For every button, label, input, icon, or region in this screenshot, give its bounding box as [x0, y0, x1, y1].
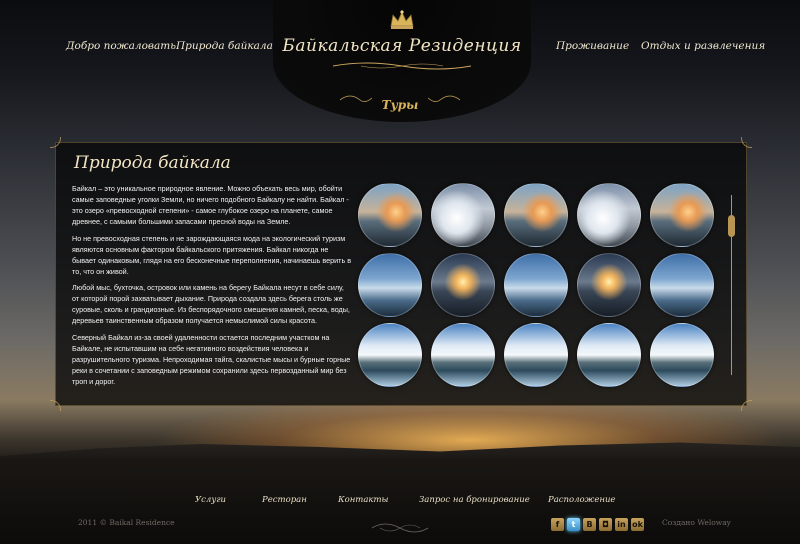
gallery-photo-ice-fishing[interactable]: [358, 253, 422, 317]
paragraph: Байкал – это уникальное природное явлени…: [72, 184, 349, 226]
copyright: 2011 © Baikal Residence: [78, 518, 175, 527]
nav-nature[interactable]: Природа байкала: [176, 40, 273, 52]
nav-leisure[interactable]: Отдых и развлечения: [641, 40, 765, 52]
paragraph: Северный Байкал из-за своей удаленности …: [72, 332, 351, 386]
crown-icon: [390, 10, 414, 29]
footer-link-services[interactable]: Услуги: [195, 495, 226, 505]
vkontakte-icon[interactable]: В: [583, 518, 596, 531]
page-title: Природа байкала: [74, 153, 231, 173]
gallery-photo-ice-fishing[interactable]: [650, 253, 714, 317]
footer-link-location[interactable]: Расположение: [548, 495, 615, 505]
linkedin-icon[interactable]: in: [615, 518, 628, 531]
scrollbar-thumb[interactable]: [728, 215, 735, 237]
photo-gallery: [358, 183, 718, 387]
article-text: Байкал – это уникальное природное явлени…: [72, 183, 352, 392]
gallery-photo-ice-fishing[interactable]: [504, 253, 568, 317]
gallery-photo-ice-sunset[interactable]: [431, 253, 495, 317]
panel-corner: [741, 400, 752, 411]
site-logo[interactable]: Байкальская Резиденция: [273, 10, 531, 80]
facebook-icon[interactable]: f: [551, 518, 564, 531]
gallery-photo-sunset-tree[interactable]: [504, 183, 568, 247]
panel-corner: [741, 137, 752, 148]
gallery-photo-cloudy-lake[interactable]: [358, 323, 422, 387]
paragraph: Любой мыс, бухточка, островок или камень…: [72, 283, 350, 325]
gallery-photo-cloudy-lake[interactable]: [577, 323, 641, 387]
paragraph: Но не превосходная степень и не зарождаю…: [72, 233, 352, 276]
created-by: Создано Weloway: [662, 518, 731, 527]
gallery-photo-ice-sunset[interactable]: [577, 253, 641, 317]
gallery-photo-snowy-tree[interactable]: [577, 183, 641, 247]
gallery-photo-snowy-tree[interactable]: [431, 183, 495, 247]
nav-accommodation[interactable]: Проживание: [556, 40, 629, 52]
logo-title: Байкальская Резиденция: [282, 36, 522, 56]
gallery-photo-sunset-tree[interactable]: [650, 183, 714, 247]
twitter-icon[interactable]: t: [567, 518, 580, 531]
panel-corner: [50, 400, 61, 411]
gallery-photo-sunset-tree[interactable]: [358, 183, 422, 247]
nav-tours-label: Туры: [381, 98, 419, 112]
gallery-scrollbar[interactable]: [728, 187, 736, 383]
gallery-photo-cloudy-lake[interactable]: [650, 323, 714, 387]
panel-corner: [50, 137, 61, 148]
content-panel: Природа байкала Байкал – это уникальное …: [50, 137, 752, 411]
footer-link-restaurant[interactable]: Ресторан: [262, 495, 307, 505]
gallery-photo-cloudy-lake[interactable]: [431, 323, 495, 387]
logo-flourish: [332, 62, 472, 70]
nav-welcome[interactable]: Добро пожаловать: [66, 40, 176, 52]
nav-tours[interactable]: Туры: [340, 88, 460, 118]
footer-link-booking[interactable]: Запрос на бронирование: [419, 495, 530, 505]
gallery-photo-cloudy-lake[interactable]: [504, 323, 568, 387]
footer-link-contacts[interactable]: Контакты: [338, 495, 388, 505]
odnoklassniki-icon[interactable]: ok: [631, 518, 644, 531]
instagram-icon[interactable]: ◘: [599, 518, 612, 531]
footer-ornament: [371, 523, 429, 533]
